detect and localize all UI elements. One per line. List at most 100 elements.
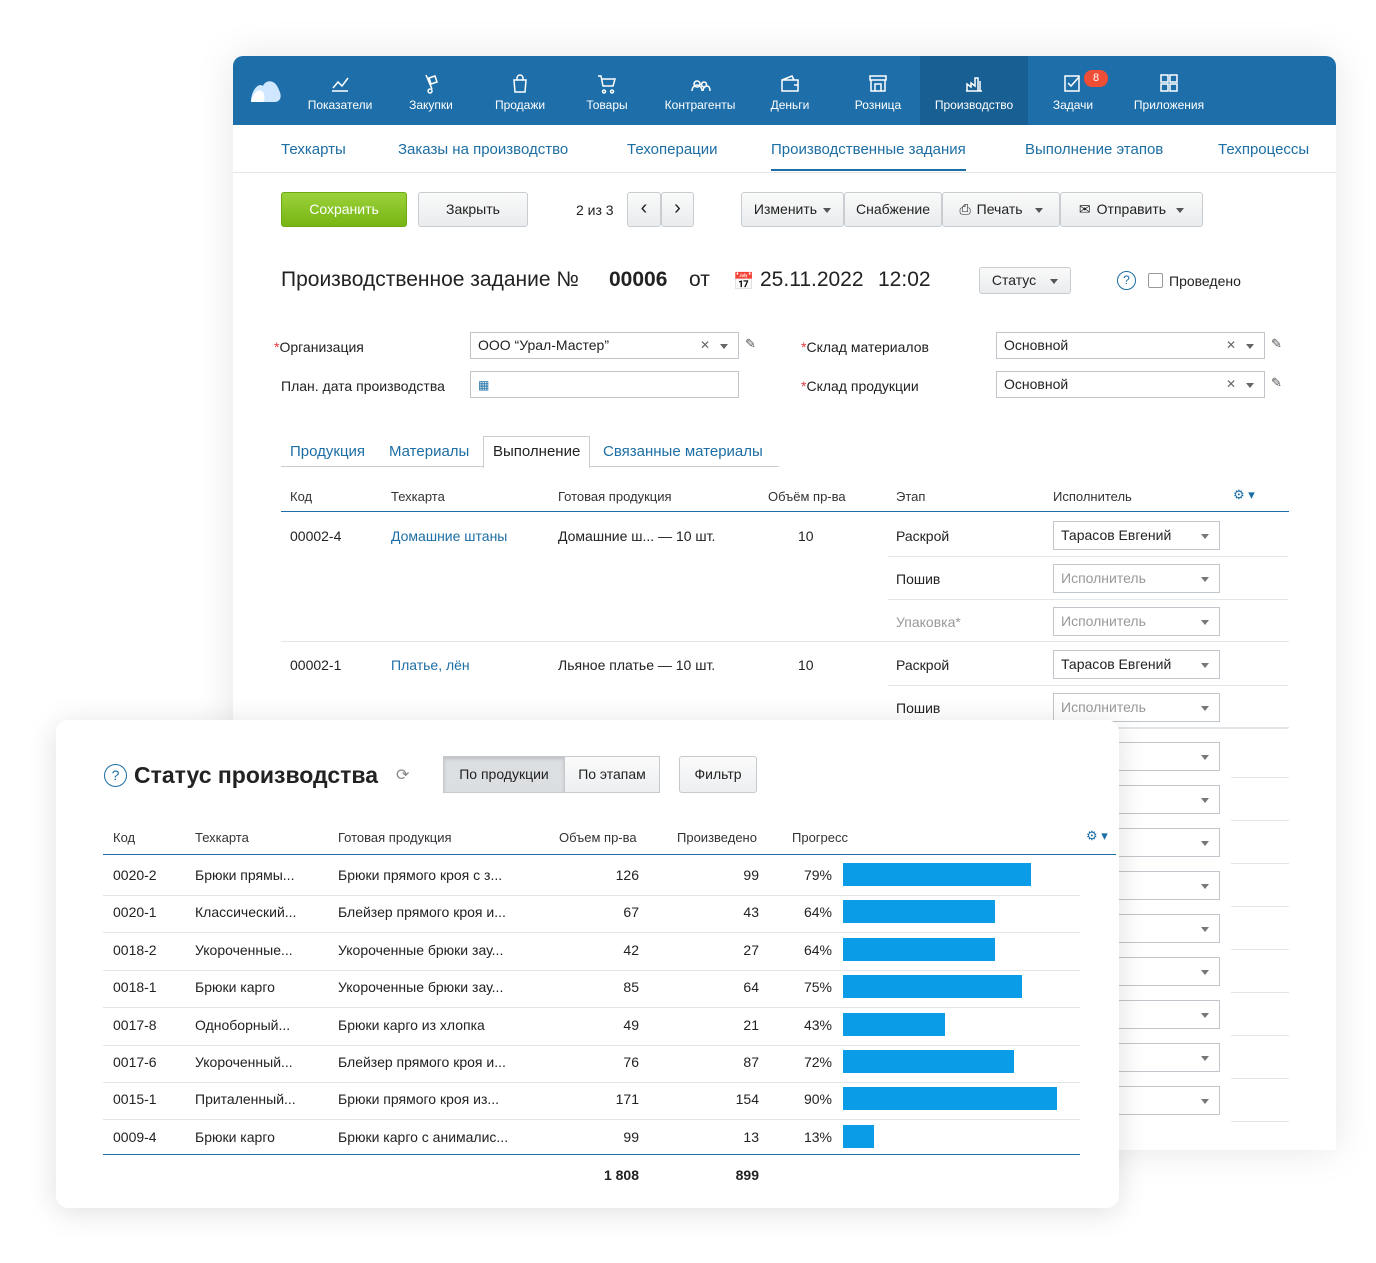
- clear-icon[interactable]: ✕: [700, 333, 710, 358]
- refresh-icon[interactable]: ⟳: [396, 765, 409, 785]
- settings-gear-icon[interactable]: ⚙ ▾: [1233, 487, 1255, 503]
- status-row-product-link[interactable]: Брюки прямого кроя с з...: [338, 867, 502, 883]
- nav-item-0[interactable]: Показатели: [295, 56, 385, 125]
- executor-select[interactable]: Тарасов Евгений: [1053, 521, 1220, 550]
- tab-linked-materials[interactable]: Связанные материалы: [603, 443, 763, 460]
- row-divider: [328, 1119, 542, 1121]
- prod-wh-field[interactable]: Основной ✕: [996, 371, 1265, 398]
- prev-button[interactable]: ‹: [627, 192, 661, 227]
- col-tech-card[interactable]: Техкарта: [391, 489, 445, 504]
- status-row-product-link[interactable]: Укороченные брюки зау...: [338, 979, 503, 995]
- nav-item-5[interactable]: Деньги: [752, 56, 828, 125]
- filter-button[interactable]: Фильтр: [679, 756, 757, 793]
- status-row-produced: 27: [743, 941, 759, 958]
- col-code[interactable]: Код: [290, 489, 312, 504]
- col-progress[interactable]: Прогресс: [792, 830, 848, 845]
- executor-select[interactable]: Исполнитель: [1053, 607, 1220, 636]
- executor-select[interactable]: Исполнитель: [1053, 693, 1220, 722]
- row-divider: [103, 1119, 185, 1121]
- next-button[interactable]: ›: [661, 192, 694, 227]
- nav-item-8[interactable]: Задачи: [1035, 56, 1111, 125]
- status-row-product-link[interactable]: Брюки карго с анималис...: [338, 1129, 508, 1145]
- caret-down-icon[interactable]: [1246, 344, 1254, 349]
- progress-bar: [843, 1124, 874, 1148]
- col-produced[interactable]: Произведено: [677, 830, 757, 845]
- status-row-code-link[interactable]: 0018-1: [113, 979, 157, 995]
- tab-products[interactable]: Продукция: [290, 443, 365, 460]
- posted-checkbox[interactable]: [1148, 273, 1163, 288]
- row-stage: Упаковка*: [896, 614, 961, 630]
- subnav-tech-operations[interactable]: Техоперации: [627, 141, 718, 158]
- executor-select[interactable]: Исполнитель: [1053, 564, 1220, 593]
- nav-item-9[interactable]: Приложения: [1120, 56, 1218, 125]
- pencil-icon[interactable]: ✎: [745, 336, 756, 352]
- status-row-code-link[interactable]: 0020-2: [113, 867, 157, 883]
- doc-date[interactable]: 25.11.2022: [760, 268, 864, 292]
- status-row-code-link[interactable]: 0015-1: [113, 1091, 157, 1107]
- col-tech-card[interactable]: Техкарта: [195, 830, 249, 845]
- status-row-code-link[interactable]: 0020-1: [113, 904, 157, 920]
- col-executor[interactable]: Исполнитель: [1053, 489, 1132, 504]
- status-row-product-link[interactable]: Блейзер прямого кроя и...: [338, 1054, 506, 1070]
- progress-bar: [843, 975, 1022, 999]
- nav-item-6[interactable]: Розница: [839, 56, 917, 125]
- settings-gear-icon[interactable]: ⚙ ▾: [1086, 828, 1108, 844]
- status-row-code-link[interactable]: 0017-8: [113, 1017, 157, 1033]
- status-row-product-link[interactable]: Укороченные брюки зау...: [338, 942, 503, 958]
- seg-by-stage[interactable]: По этапам: [564, 756, 660, 793]
- clear-icon[interactable]: ✕: [1226, 333, 1236, 358]
- org-label: *Организация: [274, 339, 364, 355]
- print-button[interactable]: ⎙ Печать: [942, 192, 1060, 227]
- status-row-code-link[interactable]: 0017-6: [113, 1054, 157, 1070]
- subnav-tech-cards[interactable]: Техкарты: [281, 141, 346, 158]
- subnav-stage-execution[interactable]: Выполнение этапов: [1025, 141, 1163, 158]
- col-stage[interactable]: Этап: [896, 489, 925, 504]
- nav-item-3[interactable]: Товары: [569, 56, 645, 125]
- calendar-icon[interactable]: 📅: [733, 272, 754, 292]
- col-product[interactable]: Готовая продукция: [338, 830, 452, 845]
- plan-date-field[interactable]: ▦: [470, 371, 739, 398]
- nav-item-1[interactable]: Закупки: [393, 56, 469, 125]
- close-button[interactable]: Закрыть: [418, 192, 528, 227]
- status-row-product-link[interactable]: Брюки прямого кроя из...: [338, 1091, 499, 1107]
- caret-down-icon[interactable]: [1246, 383, 1254, 388]
- caret-down-icon[interactable]: [720, 344, 728, 349]
- pencil-icon[interactable]: ✎: [1271, 375, 1282, 391]
- col-code[interactable]: Код: [113, 830, 135, 845]
- col-volume[interactable]: Объём пр-ва: [768, 489, 846, 504]
- status-row-code-link[interactable]: 0018-2: [113, 942, 157, 958]
- row-tech-card-link[interactable]: Домашние штаны: [391, 528, 507, 544]
- status-row-tech-card: Одноборный...: [195, 1016, 291, 1033]
- tab-materials[interactable]: Материалы: [389, 443, 469, 460]
- status-select[interactable]: Статус: [979, 267, 1071, 294]
- doc-time[interactable]: 12:02: [878, 268, 931, 292]
- subnav-production-tasks[interactable]: Производственные задания: [771, 141, 966, 171]
- save-button[interactable]: Сохранить: [281, 192, 407, 227]
- edit-button[interactable]: Изменить: [741, 192, 844, 227]
- caret-down-icon: [823, 207, 832, 213]
- nav-item-7[interactable]: Производство: [920, 56, 1028, 125]
- col-product[interactable]: Готовая продукция: [558, 489, 672, 504]
- tab-execution[interactable]: Выполнение: [483, 436, 591, 468]
- col-volume[interactable]: Объем пр-ва: [559, 830, 637, 845]
- subnav-production-orders[interactable]: Заказы на производство: [398, 141, 568, 158]
- supply-button[interactable]: Снабжение: [844, 192, 942, 227]
- help-icon[interactable]: ?: [104, 764, 127, 787]
- send-button[interactable]: ✉ Отправить: [1060, 192, 1203, 227]
- clear-icon[interactable]: ✕: [1226, 372, 1236, 397]
- row-tech-card-link[interactable]: Платье, лён: [391, 657, 470, 673]
- row-divider: [542, 895, 1080, 896]
- executor-select[interactable]: Тарасов Евгений: [1053, 650, 1220, 679]
- nav-item-2[interactable]: Продажи: [481, 56, 559, 125]
- status-row-product-link[interactable]: Блейзер прямого кроя и...: [338, 904, 506, 920]
- status-row-product-link[interactable]: Брюки карго из хлопка: [338, 1017, 485, 1033]
- pencil-icon[interactable]: ✎: [1271, 336, 1282, 352]
- nav-label: Деньги: [770, 98, 810, 112]
- org-field[interactable]: ООО “Урал-Мастер” ✕: [470, 332, 739, 359]
- help-icon[interactable]: ?: [1117, 271, 1136, 290]
- subnav-tech-processes[interactable]: Техпроцессы: [1218, 141, 1309, 158]
- nav-item-4[interactable]: Контрагенты: [651, 56, 749, 125]
- seg-by-product[interactable]: По продукции: [443, 756, 565, 793]
- status-row-code-link[interactable]: 0009-4: [113, 1129, 157, 1145]
- mat-wh-field[interactable]: Основной ✕: [996, 332, 1265, 359]
